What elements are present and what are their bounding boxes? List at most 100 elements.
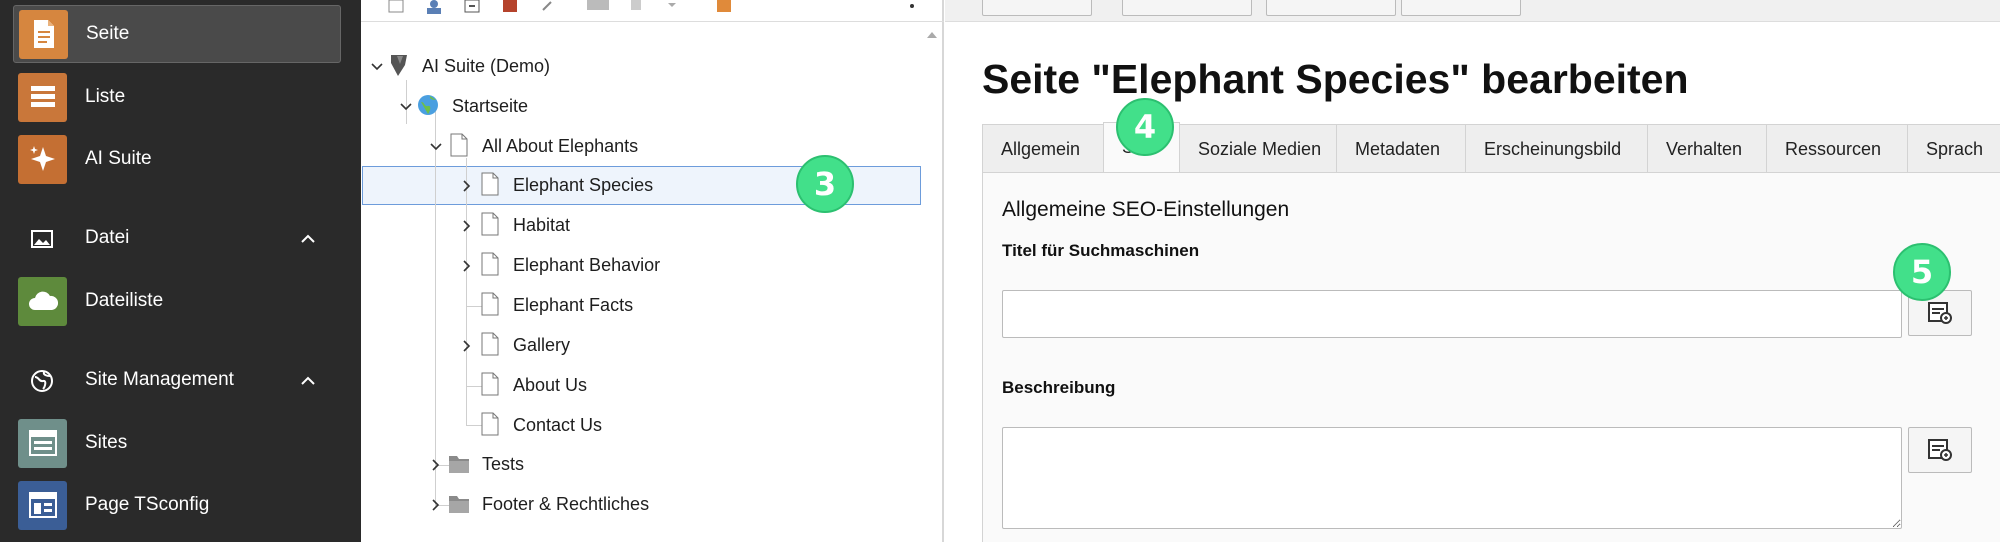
sparkle-icon xyxy=(18,134,67,184)
seo-title-input[interactable] xyxy=(1002,290,1902,338)
chevron-right-icon[interactable] xyxy=(459,338,475,354)
step-marker: 4 xyxy=(1116,98,1174,156)
module-item-page-tsconfig[interactable]: Page TSconfig xyxy=(13,476,341,534)
tab-sprache[interactable]: Sprach xyxy=(1907,124,2000,173)
module-label: AI Suite xyxy=(85,148,152,169)
tab-ressourcen[interactable]: Ressourcen xyxy=(1766,124,1908,173)
toolbar-button[interactable] xyxy=(1401,0,1521,16)
image-icon xyxy=(31,230,53,248)
page-icon xyxy=(481,212,499,236)
module-menu: Seite Liste AI Suite Datei Dateiliste Si… xyxy=(0,0,361,542)
tree-item-elephant-facts[interactable]: Elephant Facts xyxy=(361,287,921,325)
description-suggest-button[interactable] xyxy=(1908,427,1972,473)
chevron-right-icon[interactable] xyxy=(459,178,475,194)
tab-metadaten[interactable]: Metadaten xyxy=(1336,124,1466,173)
folder-icon xyxy=(449,496,469,513)
shortcut-icon[interactable] xyxy=(537,0,559,16)
module-label: Dateiliste xyxy=(85,290,164,311)
step-marker: 3 xyxy=(796,155,854,213)
recycler-icon[interactable] xyxy=(625,0,647,16)
toolbar-button[interactable] xyxy=(1266,0,1396,16)
page-icon xyxy=(481,412,499,436)
page-title: Seite "Elephant Species" bearbeiten xyxy=(982,56,1689,102)
module-group-site-management[interactable]: Site Management xyxy=(13,361,341,401)
typo3-logo-icon xyxy=(391,55,407,76)
module-label: Sites xyxy=(85,432,128,453)
user-icon[interactable] xyxy=(423,0,445,16)
backend-page-icon[interactable] xyxy=(499,0,521,16)
tab-verhalten[interactable]: Verhalten xyxy=(1647,124,1767,173)
link-page-icon[interactable] xyxy=(461,0,483,16)
tree-item-label: Elephant Facts xyxy=(513,295,634,315)
chevron-right-icon[interactable] xyxy=(459,218,475,234)
module-item-dateiliste[interactable]: Dateiliste xyxy=(13,272,341,330)
module-label: Liste xyxy=(85,86,126,107)
tree-item-label: Footer & Rechtliches xyxy=(482,494,650,514)
toolbar-button[interactable] xyxy=(1122,0,1252,16)
seo-panel: Allgemeine SEO-Einstellungen Titel für S… xyxy=(982,172,2000,542)
tree-item-habitat[interactable]: Habitat xyxy=(361,207,921,245)
tree-item-label: Habitat xyxy=(513,215,571,235)
tree-item-contact-us[interactable]: Contact Us xyxy=(361,407,921,445)
tab-erscheinungsbild[interactable]: Erscheinungsbild xyxy=(1465,124,1648,173)
chevron-right-icon[interactable] xyxy=(428,497,444,513)
tsconfig-icon xyxy=(18,480,67,530)
module-item-ai-suite[interactable]: AI Suite xyxy=(13,130,341,188)
tree-item-label: AI Suite (Demo) xyxy=(422,56,551,76)
more-icon[interactable] xyxy=(901,0,923,16)
tree-item-gallery[interactable]: Gallery xyxy=(361,327,921,365)
module-label: Seite xyxy=(86,23,130,44)
tree-item-label: Elephant Behavior xyxy=(513,255,661,275)
step-marker: 5 xyxy=(1893,243,1951,301)
page-icon xyxy=(481,252,499,276)
tab-soziale-medien[interactable]: Soziale Medien xyxy=(1179,124,1337,173)
module-item-sites[interactable]: Sites xyxy=(13,414,341,472)
page-tree: AI Suite (Demo) Startseite All About Ele… xyxy=(361,0,944,542)
globe-icon xyxy=(31,370,53,392)
module-group-label: Datei xyxy=(85,227,130,248)
description-textarea[interactable] xyxy=(1002,427,1902,529)
page-icon xyxy=(481,332,499,356)
tree-toolbar xyxy=(361,0,944,22)
tab-allgemein[interactable]: Allgemein xyxy=(982,124,1104,173)
page-icon xyxy=(481,172,499,196)
mountpoint-icon[interactable] xyxy=(713,0,735,16)
page-icon xyxy=(481,372,499,396)
tree-item-label: Startseite xyxy=(452,96,529,116)
tree-item-label: Elephant Species xyxy=(513,175,654,195)
tree-item-footer-rechtliches[interactable]: Footer & Rechtliches xyxy=(361,486,921,524)
scroll-up-icon[interactable] xyxy=(926,30,938,40)
folder-icon[interactable] xyxy=(587,0,609,16)
sites-icon xyxy=(18,418,67,468)
chevron-right-icon[interactable] xyxy=(428,457,444,473)
module-group-label: Site Management xyxy=(85,369,234,390)
chevron-down-icon[interactable] xyxy=(428,139,444,155)
module-item-seite[interactable]: Seite xyxy=(13,5,341,63)
seo-title-label: Titel für Suchmaschinen xyxy=(1002,241,1200,260)
chevron-up-icon[interactable] xyxy=(298,229,318,249)
module-label: Page TSconfig xyxy=(85,494,210,515)
tree-item-root[interactable]: AI Suite (Demo) xyxy=(361,48,921,86)
module-item-liste[interactable]: Liste xyxy=(13,68,341,126)
dropdown-icon[interactable] xyxy=(661,0,683,16)
section-title: Allgemeine SEO-Einstellungen xyxy=(1002,198,1290,221)
page-icon xyxy=(19,9,68,59)
tree-item-label: Gallery xyxy=(513,335,571,355)
tree-item-elephant-behavior[interactable]: Elephant Behavior xyxy=(361,247,921,285)
tree-item-about-us[interactable]: About Us xyxy=(361,367,921,405)
content-area: Seite "Elephant Species" bearbeiten Allg… xyxy=(945,0,2000,542)
chevron-down-icon[interactable] xyxy=(369,59,385,75)
chevron-down-icon[interactable] xyxy=(398,99,414,115)
page-icon xyxy=(481,292,499,316)
content-toolbar xyxy=(945,0,2000,22)
tree-item-startseite[interactable]: Startseite xyxy=(361,88,921,126)
chevron-up-icon[interactable] xyxy=(298,371,318,391)
toolbar-button[interactable] xyxy=(982,0,1092,16)
tree-item-label: About Us xyxy=(513,375,588,395)
page-icon xyxy=(450,133,468,157)
new-page-icon[interactable] xyxy=(385,0,407,16)
folder-icon xyxy=(449,456,469,473)
tree-item-tests[interactable]: Tests xyxy=(361,446,921,484)
module-group-datei[interactable]: Datei xyxy=(13,219,341,259)
chevron-right-icon[interactable] xyxy=(459,258,475,274)
